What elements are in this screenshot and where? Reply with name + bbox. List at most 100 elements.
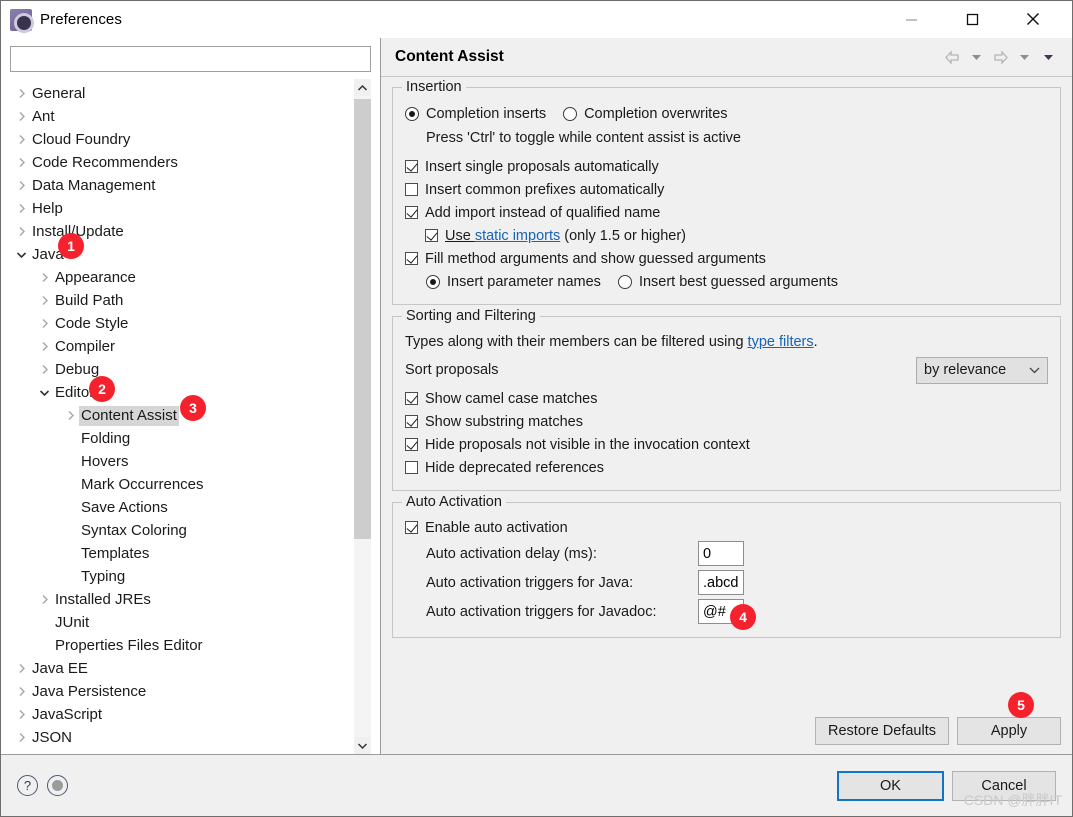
checkbox-enable-auto-activation[interactable] [405, 521, 418, 534]
ok-button[interactable]: OK [837, 770, 944, 801]
chevron-down-icon[interactable] [36, 389, 53, 397]
arrow-left-icon[interactable] [943, 48, 962, 67]
tree-item-data-management[interactable]: Data Management [10, 174, 354, 197]
type-filters-link[interactable]: type filters [748, 334, 814, 350]
tree-item-syntax-coloring[interactable]: Syntax Coloring [10, 519, 354, 542]
chevron-right-icon[interactable] [13, 732, 30, 743]
tree-scrollbar[interactable] [354, 79, 371, 754]
option-fill-method-arguments[interactable]: Fill method arguments and show guessed a… [405, 247, 1048, 270]
tree-item-help[interactable]: Help [10, 197, 354, 220]
chevron-down-icon[interactable] [13, 251, 30, 259]
checkbox-use-static-imports[interactable] [425, 229, 438, 242]
chevron-right-icon[interactable] [13, 157, 30, 168]
chevron-right-icon[interactable] [36, 318, 53, 329]
tree-item-code-style[interactable]: Code Style [10, 312, 354, 335]
option-use-static-imports[interactable]: Use static imports (only 1.5 or higher) [405, 224, 1048, 247]
static-imports-link[interactable]: static imports [475, 228, 560, 244]
option-enable-auto-activation[interactable]: Enable auto activation [405, 516, 1048, 539]
tree-item-json[interactable]: JSON [10, 726, 354, 749]
filter-input[interactable] [10, 46, 371, 72]
radio-completion-inserts[interactable] [405, 106, 419, 121]
tree-item-cloud-foundry[interactable]: Cloud Foundry [10, 128, 354, 151]
checkbox-insert-common-prefixes[interactable] [405, 183, 418, 196]
radio-insert-best-guessed[interactable] [617, 274, 632, 289]
tree-item-save-actions[interactable]: Save Actions [10, 496, 354, 519]
chevron-right-icon[interactable] [36, 272, 53, 283]
maximize-button[interactable] [949, 1, 995, 37]
scrollbar-thumb[interactable] [354, 99, 371, 539]
chevron-right-icon[interactable] [13, 88, 30, 99]
tree-item-typing[interactable]: Typing [10, 565, 354, 588]
sort-proposals-row: Sort proposals by relevance [405, 353, 1048, 387]
tree-item-debug[interactable]: Debug [10, 358, 354, 381]
checkbox-show-substring[interactable] [405, 415, 418, 428]
chevron-right-icon[interactable] [36, 295, 53, 306]
option-insert-common-prefixes[interactable]: Insert common prefixes automatically [405, 178, 1048, 201]
option-add-import[interactable]: Add import instead of qualified name [405, 201, 1048, 224]
option-insert-single-proposals[interactable]: Insert single proposals automatically [405, 155, 1048, 178]
close-button[interactable] [1010, 1, 1056, 37]
minimize-button[interactable] [888, 1, 934, 37]
tree-item-mark-occurrences[interactable]: Mark Occurrences [10, 473, 354, 496]
tree-item-templates[interactable]: Templates [10, 542, 354, 565]
arrow-right-icon[interactable] [991, 48, 1010, 67]
checkbox-hide-deprecated[interactable] [405, 461, 418, 474]
chevron-right-icon[interactable] [13, 226, 30, 237]
tree-item-general[interactable]: General [10, 82, 354, 105]
view-menu-chevron-down-filled-icon[interactable] [1039, 48, 1058, 67]
chevron-right-icon[interactable] [13, 709, 30, 720]
radio-completion-overwrites[interactable] [563, 106, 578, 121]
tree-item-build-path[interactable]: Build Path [10, 289, 354, 312]
input-auto-activation-delay[interactable] [698, 541, 744, 566]
chevron-right-icon[interactable] [13, 111, 30, 122]
tree-item-ant[interactable]: Ant [10, 105, 354, 128]
sort-proposals-dropdown[interactable]: by relevance [916, 356, 1048, 384]
annotation-badge-4: 4 [730, 604, 756, 630]
filled-circle-icon[interactable] [47, 775, 68, 796]
option-hide-not-visible[interactable]: Hide proposals not visible in the invoca… [405, 433, 1048, 456]
radio-insert-parameter-names[interactable] [426, 274, 440, 289]
tree-item-properties-files-editor[interactable]: Properties Files Editor [10, 634, 354, 657]
forward-history-chevron-down-icon[interactable] [1015, 48, 1034, 67]
option-show-substring[interactable]: Show substring matches [405, 410, 1048, 433]
input-triggers-java[interactable] [698, 570, 744, 595]
chevron-right-icon[interactable] [36, 594, 53, 605]
tree-item-hovers[interactable]: Hovers [10, 450, 354, 473]
tree-item-folding[interactable]: Folding [10, 427, 354, 450]
checkbox-add-import[interactable] [405, 206, 418, 219]
watermark: CSDN @胖胖IT [963, 792, 1062, 808]
chevron-down-icon [1029, 366, 1040, 374]
chevron-right-icon[interactable] [13, 203, 30, 214]
tree-item-label: Mark Occurrences [81, 475, 204, 493]
tree-item-junit[interactable]: JUnit [10, 611, 354, 634]
label-completion-overwrites: Completion overwrites [584, 105, 728, 122]
tree-item-java-ee[interactable]: Java EE [10, 657, 354, 680]
restore-defaults-button[interactable]: Restore Defaults [815, 717, 949, 745]
scroll-up-icon[interactable] [354, 79, 371, 96]
tree-item-appearance[interactable]: Appearance [10, 266, 354, 289]
tree-item-javascript[interactable]: JavaScript [10, 703, 354, 726]
apply-button[interactable]: Apply [957, 717, 1061, 745]
chevron-right-icon[interactable] [13, 180, 30, 191]
ctrl-hint-row: Press 'Ctrl' to toggle while content ass… [405, 126, 1048, 149]
checkbox-show-camel-case[interactable] [405, 392, 418, 405]
chevron-right-icon[interactable] [13, 686, 30, 697]
checkbox-insert-single-proposals[interactable] [405, 160, 418, 173]
scroll-down-icon[interactable] [354, 737, 371, 754]
checkbox-hide-not-visible[interactable] [405, 438, 418, 451]
chevron-right-icon[interactable] [36, 341, 53, 352]
chevron-right-icon[interactable] [13, 663, 30, 674]
question-mark-icon[interactable]: ? [17, 775, 38, 796]
tree-item-installed-jres[interactable]: Installed JREs [10, 588, 354, 611]
chevron-right-icon[interactable] [36, 364, 53, 375]
tree-item-compiler[interactable]: Compiler [10, 335, 354, 358]
back-history-chevron-down-icon[interactable] [967, 48, 986, 67]
tree-item-java-persistence[interactable]: Java Persistence [10, 680, 354, 703]
page-title: Content Assist [395, 48, 504, 65]
chevron-right-icon[interactable] [62, 410, 79, 421]
chevron-right-icon[interactable] [13, 134, 30, 145]
checkbox-fill-method-arguments[interactable] [405, 252, 418, 265]
option-hide-deprecated[interactable]: Hide deprecated references [405, 456, 1048, 479]
tree-item-code-recommenders[interactable]: Code Recommenders [10, 151, 354, 174]
option-show-camel-case[interactable]: Show camel case matches [405, 387, 1048, 410]
